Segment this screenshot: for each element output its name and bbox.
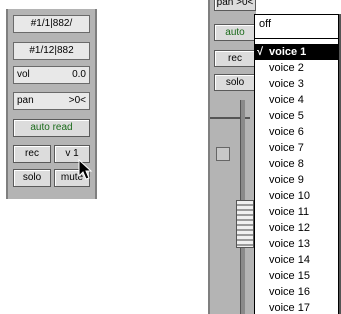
menu-item-voice-7[interactable]: voice 7 — [255, 140, 338, 156]
solo-button-2[interactable]: solo — [214, 74, 256, 91]
pan-field[interactable]: pan >0< — [13, 92, 90, 110]
input-selector[interactable]: #1/1|882/ — [13, 15, 90, 33]
output-selector[interactable]: #1/12|882 — [13, 42, 90, 60]
menu-item-voice-11[interactable]: voice 11 — [255, 204, 338, 220]
pan-value: >0< — [68, 95, 86, 106]
channel-strip: #1/1|882/ #1/12|882 vol 0.0 pan >0< auto… — [6, 9, 97, 199]
menu-item-voice-14[interactable]: voice 14 — [255, 252, 338, 268]
volume-fader-handle[interactable] — [236, 200, 254, 248]
menu-item-voice-10[interactable]: voice 10 — [255, 188, 338, 204]
menu-item-label: voice 1 — [269, 46, 307, 58]
solo-button[interactable]: solo — [13, 169, 51, 187]
volume-label: vol — [17, 69, 30, 80]
menu-item-voice-4[interactable]: voice 4 — [255, 92, 338, 108]
record-enable-button-2[interactable]: rec — [214, 50, 256, 67]
group-indicator-icon[interactable] — [216, 147, 230, 161]
menu-item-voice-9[interactable]: voice 9 — [255, 172, 338, 188]
menu-item-voice-13[interactable]: voice 13 — [255, 236, 338, 252]
automation-mode-button[interactable]: auto read — [13, 119, 90, 137]
voice-popup-menu: off √ voice 1 voice 2 voice 3 voice 4 voi… — [254, 14, 339, 314]
menu-item-voice-8[interactable]: voice 8 — [255, 156, 338, 172]
pan-field-2[interactable]: pan >0< — [214, 0, 256, 11]
pan-value-2: >0< — [236, 0, 254, 8]
checkmark-icon: √ — [257, 46, 264, 58]
menu-item-off[interactable]: off — [255, 15, 338, 35]
menu-item-voice-5[interactable]: voice 5 — [255, 108, 338, 124]
menu-item-voice-15[interactable]: voice 15 — [255, 268, 338, 284]
menu-item-voice-3[interactable]: voice 3 — [255, 76, 338, 92]
pan-label-2: pan — [216, 0, 234, 8]
menu-item-voice-6[interactable]: voice 6 — [255, 124, 338, 140]
menu-item-voice-2[interactable]: voice 2 — [255, 60, 338, 76]
automation-mode-button-2[interactable]: auto — [214, 24, 256, 41]
pan-label: pan — [17, 95, 34, 106]
menu-item-voice-16[interactable]: voice 16 — [255, 284, 338, 300]
menu-separator — [255, 38, 338, 39]
menu-item-voice-17[interactable]: voice 17 — [255, 300, 338, 314]
record-enable-button[interactable]: rec — [13, 145, 51, 163]
menu-item-voice-1[interactable]: √ voice 1 — [255, 44, 338, 60]
mouse-pointer-icon — [78, 159, 93, 180]
menu-item-voice-12[interactable]: voice 12 — [255, 220, 338, 236]
volume-value: 0.0 — [72, 69, 86, 80]
volume-field[interactable]: vol 0.0 — [13, 66, 90, 84]
channel-strip-2: pan >0< auto rec solo — [208, 0, 256, 314]
